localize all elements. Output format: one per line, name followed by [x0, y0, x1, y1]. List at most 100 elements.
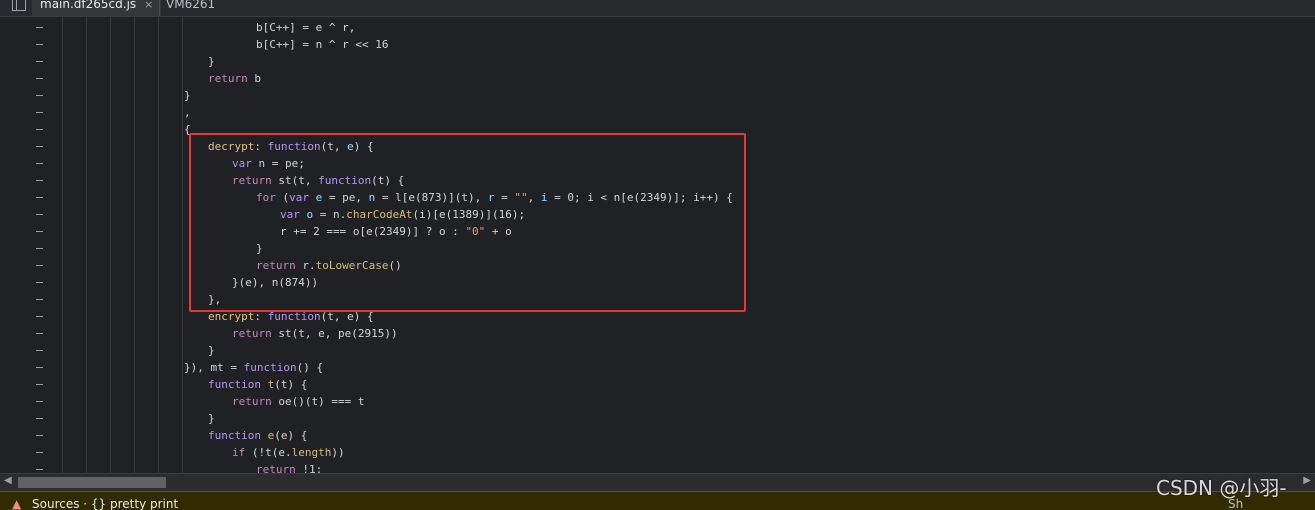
line-marker[interactable]	[0, 291, 60, 308]
gutter-dash	[36, 418, 43, 419]
line-marker[interactable]	[0, 427, 60, 444]
line-marker[interactable]	[0, 257, 60, 274]
code-token: }	[208, 412, 215, 425]
gutter-dash	[36, 146, 43, 147]
gutter-dash	[36, 248, 43, 249]
line-marker[interactable]	[0, 104, 60, 121]
line-marker[interactable]	[0, 19, 60, 36]
close-icon[interactable]: ×	[144, 0, 153, 11]
code-line: return b	[208, 70, 261, 87]
code-token: ,	[184, 106, 191, 119]
line-marker[interactable]	[0, 121, 60, 138]
line-marker[interactable]	[0, 70, 60, 87]
gutter-dash	[36, 129, 43, 130]
code-token: if	[232, 446, 246, 459]
code-token: function	[208, 429, 261, 442]
line-marker[interactable]	[0, 410, 60, 427]
code-line: b[C++] = e ^ r,	[256, 19, 355, 36]
scroll-left-arrow-icon[interactable]: ◀	[4, 475, 12, 486]
console-message: Sources · {} pretty print	[32, 497, 179, 510]
code-token: }	[208, 55, 215, 68]
gutter-dash	[36, 299, 43, 300]
line-marker[interactable]	[0, 444, 60, 461]
line-marker[interactable]	[0, 461, 60, 473]
code-line: }	[184, 87, 191, 104]
code-line: function t(t) {	[208, 376, 307, 393]
code-token: return	[208, 72, 248, 85]
line-marker[interactable]	[0, 53, 60, 70]
code-line: }	[208, 53, 215, 70]
code-line: }	[208, 342, 215, 359]
gutter-dash	[36, 27, 43, 28]
code-line: }	[208, 410, 215, 427]
line-marker[interactable]	[0, 274, 60, 291]
code-token: (e) {	[274, 429, 308, 442]
gutter-dash	[36, 180, 43, 181]
code-token: return	[256, 463, 296, 473]
sidebar-toggle-icon[interactable]	[12, 0, 26, 11]
line-marker[interactable]	[0, 206, 60, 223]
line-marker[interactable]	[0, 155, 60, 172]
code-line: b[C++] = n ^ r << 16	[256, 36, 388, 53]
scroll-right-arrow-icon[interactable]: ▶	[1303, 475, 1311, 486]
horizontal-scrollbar[interactable]: ◀ ▶	[0, 473, 1315, 491]
tab-main-js[interactable]: main.df265cd.js ×	[32, 0, 162, 16]
decrypt-highlight-box	[189, 133, 746, 312]
code-token: b	[247, 72, 261, 85]
code-token: function	[208, 378, 261, 391]
line-marker[interactable]	[0, 342, 60, 359]
code-line: return !1;	[256, 461, 322, 473]
line-marker[interactable]	[0, 240, 60, 257]
code-token: function	[243, 361, 297, 374]
line-marker[interactable]	[0, 325, 60, 342]
code-token: oe()(t) === t	[271, 395, 365, 408]
line-marker[interactable]	[0, 189, 60, 206]
gutter-dash	[36, 231, 43, 232]
line-marker[interactable]	[0, 308, 60, 325]
gutter-dash	[36, 435, 43, 436]
code-token: b[C++] = n ^ r << 16	[256, 38, 389, 51]
gutter-dash	[36, 61, 43, 62]
gutter-dash	[36, 367, 43, 368]
code-token: () {	[296, 361, 324, 374]
code-line: if (!t(e.length))	[232, 444, 345, 461]
code-token: }), mt =	[184, 361, 244, 374]
code-token: (t) {	[274, 378, 308, 391]
code-token: !1;	[295, 463, 323, 473]
line-marker[interactable]	[0, 223, 60, 240]
gutter-dash	[36, 214, 43, 215]
code-token: return	[232, 327, 272, 340]
code-line: ,	[184, 104, 191, 121]
line-marker[interactable]	[0, 376, 60, 393]
gutter-dash	[36, 384, 43, 385]
watermark: CSDN @小羽-	[1156, 476, 1287, 500]
code-line: return st(t, e, pe(2915))	[232, 325, 398, 342]
gutter-dash	[36, 401, 43, 402]
code-line: }), mt = function() {	[184, 359, 323, 376]
code-editor[interactable]: b[C++] = e ^ r, b[C++] = n ^ r << 16} retu…	[0, 17, 1315, 473]
code-token: }	[184, 89, 191, 102]
line-marker[interactable]	[0, 138, 60, 155]
code-token: length	[291, 446, 332, 459]
tab-label: VM6261	[166, 0, 216, 11]
line-marker[interactable]	[0, 172, 60, 189]
line-marker[interactable]	[0, 393, 60, 410]
gutter-dash	[36, 350, 43, 351]
gutter-dash	[36, 316, 43, 317]
line-marker[interactable]	[0, 359, 60, 376]
warning-icon: ▲	[12, 497, 22, 510]
code-token: return	[232, 395, 272, 408]
line-marker[interactable]	[0, 36, 60, 53]
code-line: return oe()(t) === t	[232, 393, 364, 410]
gutter-dash	[36, 265, 43, 266]
code-token: ))	[331, 446, 345, 459]
code-token: b[C++] = e ^ r,	[256, 21, 356, 34]
gutter-dash	[36, 452, 43, 453]
gutter-dash	[36, 282, 43, 283]
line-marker[interactable]	[0, 87, 60, 104]
scrollbar-thumb[interactable]	[18, 477, 166, 488]
code-line: function e(e) {	[208, 427, 307, 444]
tab-label: main.df265cd.js	[40, 0, 137, 11]
tab-vm6261[interactable]: VM6261	[158, 0, 223, 16]
